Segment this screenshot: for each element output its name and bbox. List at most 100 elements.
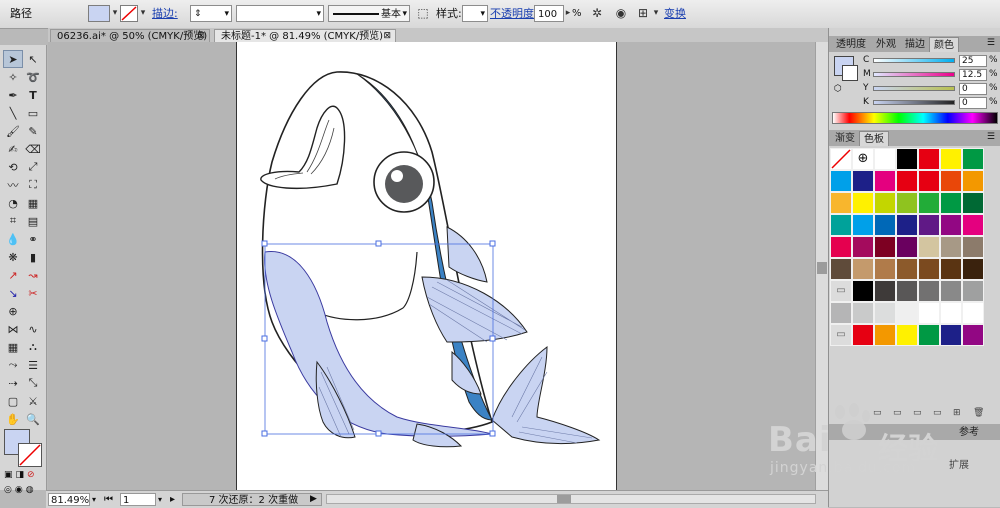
selection-handle[interactable] — [489, 335, 496, 342]
blend-tool-icon[interactable]: ⚭ — [23, 230, 43, 248]
selection-handle[interactable] — [375, 240, 382, 247]
color-swatch[interactable] — [874, 302, 896, 324]
color-swatch[interactable] — [962, 302, 984, 324]
vertical-scrollbar[interactable] — [815, 42, 829, 490]
color-swatch[interactable] — [962, 148, 984, 170]
zoom-select[interactable]: 81.49% — [48, 493, 90, 506]
scale-tool-icon[interactable]: ⤢ — [23, 158, 43, 176]
align-icon[interactable]: ☰ — [23, 356, 43, 374]
color-swatch[interactable] — [852, 236, 874, 258]
width-tool-icon[interactable]: ⤳ — [3, 356, 23, 374]
color-swatch[interactable] — [918, 214, 940, 236]
delete-swatch-icon[interactable]: 🗑 — [973, 408, 984, 418]
eyedropper-alt-icon[interactable]: ⇢ — [3, 374, 23, 392]
direct-selection-tool-icon[interactable]: ↖ — [23, 50, 43, 68]
color-swatch[interactable] — [940, 236, 962, 258]
swatch-library-icon[interactable]: ▭ — [873, 408, 882, 418]
color-swatch[interactable] — [874, 258, 896, 280]
tab-stroke[interactable]: 描边 — [901, 37, 929, 52]
fill-dropdown-caret[interactable]: ▾ — [110, 5, 120, 22]
channel-value[interactable]: 0 — [959, 83, 987, 95]
color-swatch[interactable]: ▭ — [830, 280, 852, 302]
selection-handle[interactable] — [261, 240, 268, 247]
color-swatch[interactable] — [918, 302, 940, 324]
page-number-field[interactable]: 1 — [120, 493, 156, 506]
selection-handle[interactable] — [489, 240, 496, 247]
type-tool-icon[interactable]: T — [23, 86, 43, 104]
color-swatch[interactable] — [962, 192, 984, 214]
opacity-input[interactable]: 100 — [534, 5, 564, 22]
color-swatch[interactable] — [896, 258, 918, 280]
panel-menu-icon[interactable]: ☰ — [987, 132, 995, 142]
artboard[interactable] — [236, 42, 617, 490]
rectangle-tool-icon[interactable]: ▭ — [23, 104, 43, 122]
line-tool-icon[interactable]: ╲ — [3, 104, 23, 122]
color-swatch[interactable] — [918, 236, 940, 258]
channel-value[interactable]: 0 — [959, 97, 987, 109]
yellow-slider[interactable]: Y 0 % — [863, 83, 999, 97]
color-swatch[interactable]: ⊕ — [852, 148, 874, 170]
document-tab-untitled[interactable]: 未标题-1* @ 81.49% (CMYK/预览) ⊠ — [214, 29, 396, 42]
color-swatch[interactable] — [896, 302, 918, 324]
next-page-icon[interactable]: ▸ — [170, 493, 175, 506]
cyan-track[interactable] — [873, 58, 955, 63]
zoom-tool-icon[interactable]: 🔍 — [23, 410, 43, 428]
cyan-slider[interactable]: C 25 % — [863, 55, 999, 69]
black-track[interactable] — [873, 100, 955, 105]
gradient-mode-icon[interactable]: ◨ — [16, 470, 25, 484]
none-mode-icon[interactable]: ⊘ — [27, 470, 35, 484]
color-swatch[interactable] — [874, 214, 896, 236]
color-swatch[interactable] — [962, 170, 984, 192]
color-swatch[interactable] — [830, 148, 852, 170]
stroke-dropdown-caret[interactable]: ▾ — [138, 5, 148, 22]
color-swatch[interactable] — [940, 258, 962, 280]
stroke-swatch[interactable] — [120, 5, 138, 22]
pencil-tool-icon[interactable]: ✎ — [23, 122, 43, 140]
graphic-style-select[interactable]: ▾ — [462, 5, 488, 22]
fish-artwork[interactable] — [237, 42, 618, 490]
slice-select-tool-icon[interactable]: ↘ — [3, 284, 23, 302]
color-swatch[interactable] — [874, 324, 896, 346]
align-options-caret[interactable]: ▾ — [652, 5, 660, 22]
gradient-tool-icon[interactable]: ▤ — [23, 212, 43, 230]
color-swatch[interactable] — [918, 324, 940, 346]
lasso-tool-icon[interactable]: ➰ — [23, 68, 43, 86]
color-swatch[interactable] — [896, 148, 918, 170]
selection-handle[interactable] — [489, 430, 496, 437]
new-color-group-icon[interactable]: ▭ — [933, 408, 942, 418]
color-swatch[interactable] — [874, 170, 896, 192]
color-swatch[interactable] — [962, 236, 984, 258]
transform-link[interactable]: 变换 — [664, 5, 686, 22]
color-swatch[interactable] — [940, 148, 962, 170]
color-swatch[interactable] — [830, 236, 852, 258]
first-page-icon[interactable]: ⏮ — [104, 493, 113, 506]
recolor-artwork-icon[interactable]: ✲ — [588, 5, 606, 22]
color-swatch[interactable] — [940, 214, 962, 236]
tail-fin[interactable] — [491, 345, 601, 445]
knife-tool-icon[interactable]: ⚔ — [23, 392, 43, 410]
slice-tool-icon[interactable]: ↝ — [23, 266, 43, 284]
color-swatch[interactable] — [852, 258, 874, 280]
color-swatch[interactable] — [962, 324, 984, 346]
color-swatch[interactable]: ▭ — [830, 324, 852, 346]
zoom-frame-icon[interactable]: ▢ — [3, 392, 23, 410]
magenta-slider[interactable]: M 12.5 % — [863, 69, 999, 83]
magic-wand-tool-icon[interactable]: ✧ — [3, 68, 23, 86]
color-swatch[interactable] — [962, 258, 984, 280]
color-swatch[interactable] — [830, 214, 852, 236]
artboard-tool-icon[interactable]: ↗ — [3, 266, 23, 284]
measure-tool-icon[interactable]: ⤡ — [23, 374, 43, 392]
color-swatch[interactable] — [962, 214, 984, 236]
swatch-kinds-icon[interactable]: ▭ — [893, 408, 902, 418]
selection-tool-icon[interactable]: ➤ — [3, 50, 23, 68]
eyedropper-tool-icon[interactable]: 💧 — [3, 230, 23, 248]
expand-label[interactable]: 扩展 — [949, 456, 969, 471]
blob-brush-tool-icon[interactable]: ✍ — [3, 140, 23, 158]
free-transform-tool-icon[interactable]: ⛶ — [23, 176, 43, 194]
horizontal-scroll-thumb[interactable] — [557, 495, 571, 503]
color-swatch[interactable] — [918, 170, 940, 192]
tab-transparency[interactable]: 透明度 — [831, 37, 871, 52]
color-swatch[interactable] — [874, 236, 896, 258]
opacity-dropdown-caret[interactable]: ▸ — [564, 5, 572, 22]
hand-tool-icon[interactable]: ⊕ — [3, 302, 23, 320]
